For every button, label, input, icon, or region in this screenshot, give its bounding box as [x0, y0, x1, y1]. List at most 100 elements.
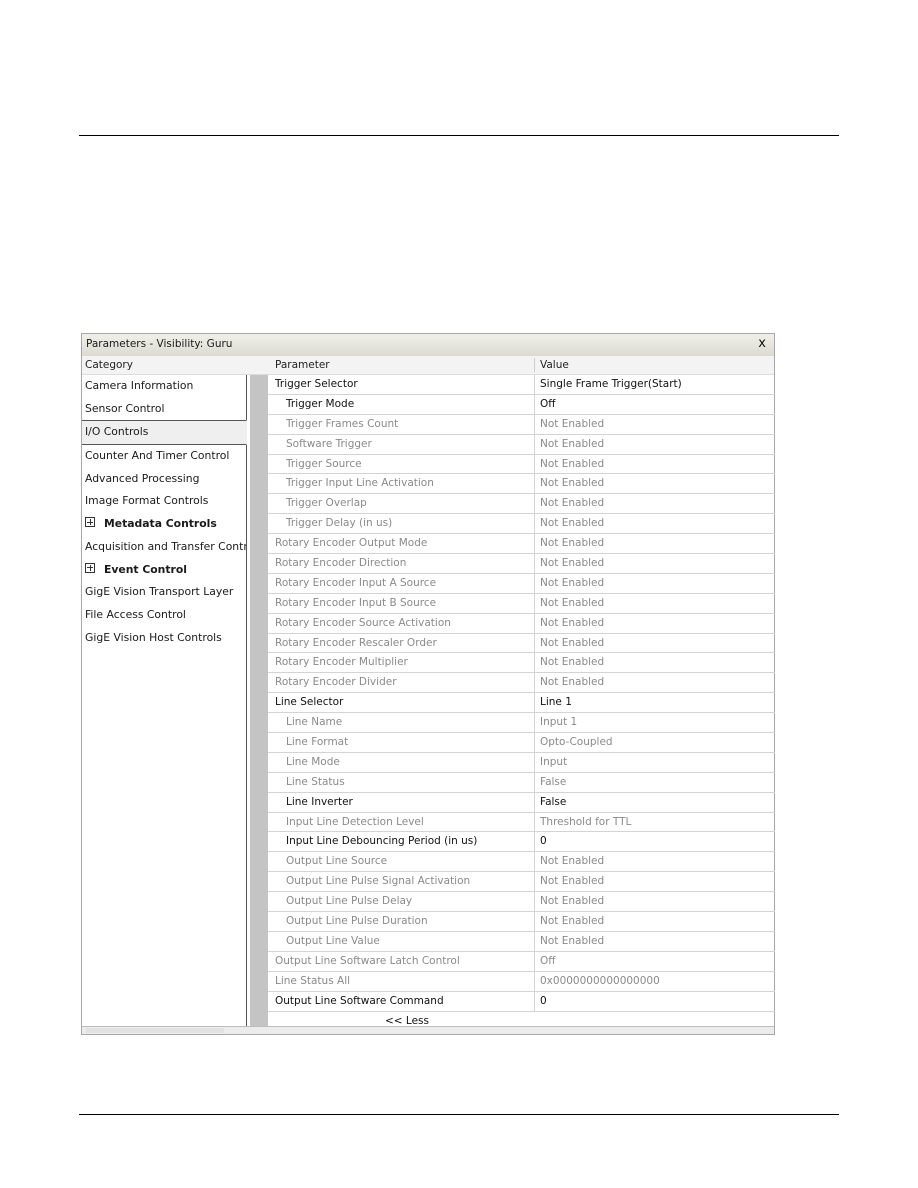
parameter-value: Not Enabled: [540, 457, 605, 470]
parameter-row[interactable]: Rotary Encoder Multiplier Not Enabled: [268, 653, 775, 674]
column-header-row: Category Parameter Value: [82, 356, 774, 375]
parameter-value: Not Enabled: [540, 915, 605, 928]
parameter-row[interactable]: Line Format Opto-Coupled: [268, 733, 775, 753]
cell-divider: [534, 892, 535, 912]
category-item[interactable]: Camera Information: [82, 375, 246, 398]
expand-plus-icon[interactable]: [85, 562, 95, 573]
parameter-name: Line Format: [286, 736, 349, 749]
scrollbar-thumb[interactable]: [86, 1028, 224, 1033]
parameter-row[interactable]: Output Line Source Not Enabled: [268, 852, 775, 873]
parameter-row[interactable]: Output Line Value Not Enabled: [268, 931, 775, 952]
parameter-value[interactable]: Line 1: [540, 696, 572, 708]
category-item[interactable]: Counter And Timer Control: [82, 445, 246, 468]
parameter-name: Line Status: [286, 775, 345, 788]
column-separator[interactable]: [534, 358, 535, 372]
row-gutter: [250, 375, 268, 1028]
parameter-name: Line Selector: [275, 696, 344, 709]
parameter-name: Trigger Selector: [275, 378, 358, 390]
parameter-name: Output Line Software Latch Control: [275, 954, 460, 967]
cell-divider: [534, 752, 535, 772]
parameter-name: Output Line Value: [286, 934, 380, 947]
parameter-value: Input 1: [540, 716, 578, 729]
parameter-name: Rotary Encoder Multiplier: [275, 656, 408, 669]
category-column-header[interactable]: Category: [85, 359, 133, 371]
parameter-value: Input: [540, 755, 568, 768]
parameter-row[interactable]: Trigger Mode Off: [268, 394, 775, 415]
cell-divider: [534, 792, 535, 812]
cell-divider: [534, 812, 535, 832]
category-label: File Access Control: [85, 607, 186, 621]
parameter-row[interactable]: Rotary Encoder Input B Source Not Enabled: [268, 593, 775, 614]
category-item[interactable]: Metadata Controls: [82, 513, 246, 536]
parameter-value: Not Enabled: [540, 437, 605, 450]
parameter-value[interactable]: Single Frame Trigger(Start): [540, 378, 682, 390]
horizontal-scrollbar[interactable]: [82, 1026, 774, 1034]
parameter-name: Trigger Input Line Activation: [286, 477, 434, 490]
category-item[interactable]: Image Format Controls: [82, 490, 246, 513]
category-item[interactable]: File Access Control: [82, 604, 246, 627]
parameter-row[interactable]: Rotary Encoder Source Activation Not Enab…: [268, 613, 775, 634]
category-item[interactable]: Acquisition and Transfer Contr...: [82, 536, 246, 559]
parameter-row[interactable]: Output Line Software Command 0: [268, 991, 775, 1012]
title-bar[interactable]: Parameters - Visibility: Guru x: [82, 334, 774, 357]
cell-divider: [534, 414, 535, 434]
parameter-name: Rotary Encoder Divider: [275, 676, 397, 689]
parameter-value[interactable]: Off: [540, 398, 556, 410]
parameter-row[interactable]: Line Selector Line 1: [268, 693, 775, 714]
parameter-row[interactable]: Line Inverter False: [268, 792, 775, 813]
parameter-value[interactable]: False: [540, 796, 566, 808]
parameter-row[interactable]: Output Line Pulse Duration Not Enabled: [268, 912, 775, 932]
category-item[interactable]: GigE Vision Host Controls: [82, 627, 246, 650]
parameter-row[interactable]: Output Line Software Latch Control Off: [268, 951, 775, 972]
value-column-header[interactable]: Value: [540, 359, 569, 371]
parameter-row[interactable]: Trigger Overlap Not Enabled: [268, 494, 775, 515]
parameter-value: Not Enabled: [540, 875, 605, 888]
category-label: Acquisition and Transfer Contr...: [85, 539, 246, 553]
parameter-row[interactable]: Output Line Pulse Delay Not Enabled: [268, 892, 775, 913]
parameter-row[interactable]: Trigger Source Not Enabled: [268, 454, 775, 475]
parameter-name: Line Name: [286, 716, 343, 729]
parameter-value[interactable]: 0: [540, 835, 547, 847]
parameter-name: Software Trigger: [286, 437, 372, 450]
parameter-row[interactable]: Line Name Input 1: [268, 713, 775, 734]
parameter-value: Not Enabled: [540, 537, 605, 550]
parameter-value: Not Enabled: [540, 576, 605, 589]
category-label: GigE Vision Transport Layer: [85, 585, 234, 599]
parameter-row[interactable]: Rotary Encoder Divider Not Enabled: [268, 673, 775, 694]
parameter-row[interactable]: Output Line Pulse Signal Activation Not E…: [268, 872, 775, 893]
expand-plus-icon[interactable]: [85, 517, 95, 528]
category-item[interactable]: Event Control: [82, 559, 246, 582]
parameter-value: Not Enabled: [540, 517, 605, 530]
parameter-row[interactable]: Line Status False: [268, 772, 775, 793]
cell-divider: [534, 832, 535, 852]
less-button[interactable]: << Less: [385, 1015, 429, 1027]
cell-divider: [534, 673, 535, 693]
category-label: Advanced Processing: [85, 471, 200, 485]
parameter-row[interactable]: Line Mode Input: [268, 752, 775, 773]
category-item[interactable]: GigE Vision Transport Layer: [82, 581, 246, 604]
parameter-column-header[interactable]: Parameter: [275, 359, 330, 371]
parameter-row[interactable]: Rotary Encoder Output Mode Not Enabled: [268, 534, 775, 555]
parameter-row[interactable]: Rotary Encoder Direction Not Enabled: [268, 554, 775, 574]
parameter-value: Opto-Coupled: [540, 736, 613, 749]
parameter-value: Not Enabled: [540, 855, 605, 868]
parameter-row[interactable]: Trigger Delay (in us) Not Enabled: [268, 514, 775, 535]
category-label: Camera Information: [85, 379, 194, 392]
parameter-row[interactable]: Input Line Debouncing Period (in us) 0: [268, 832, 775, 853]
parameter-row[interactable]: Trigger Selector Single Frame Trigger(Sta…: [268, 375, 775, 395]
parameter-row[interactable]: Line Status All 0x0000000000000000: [268, 971, 775, 992]
parameter-row[interactable]: Trigger Input Line Activation Not Enabled: [268, 474, 775, 495]
close-icon[interactable]: x: [758, 336, 766, 351]
parameter-row[interactable]: Rotary Encoder Input A Source Not Enabled: [268, 573, 775, 594]
cell-divider: [534, 613, 535, 633]
category-item[interactable]: Sensor Control: [82, 398, 246, 421]
parameter-row[interactable]: Trigger Frames Count Not Enabled: [268, 414, 775, 435]
parameter-row[interactable]: Rotary Encoder Rescaler Order Not Enabled: [268, 633, 775, 654]
parameter-name: Output Line Software Command: [275, 994, 444, 1007]
parameter-value[interactable]: 0: [540, 995, 547, 1007]
cell-divider: [534, 971, 535, 991]
parameter-row[interactable]: Software Trigger Not Enabled: [268, 434, 775, 455]
category-item[interactable]: Advanced Processing: [82, 468, 246, 491]
parameter-row[interactable]: Input Line Detection Level Threshold for …: [268, 812, 775, 833]
category-item[interactable]: I/O Controls: [82, 420, 247, 446]
